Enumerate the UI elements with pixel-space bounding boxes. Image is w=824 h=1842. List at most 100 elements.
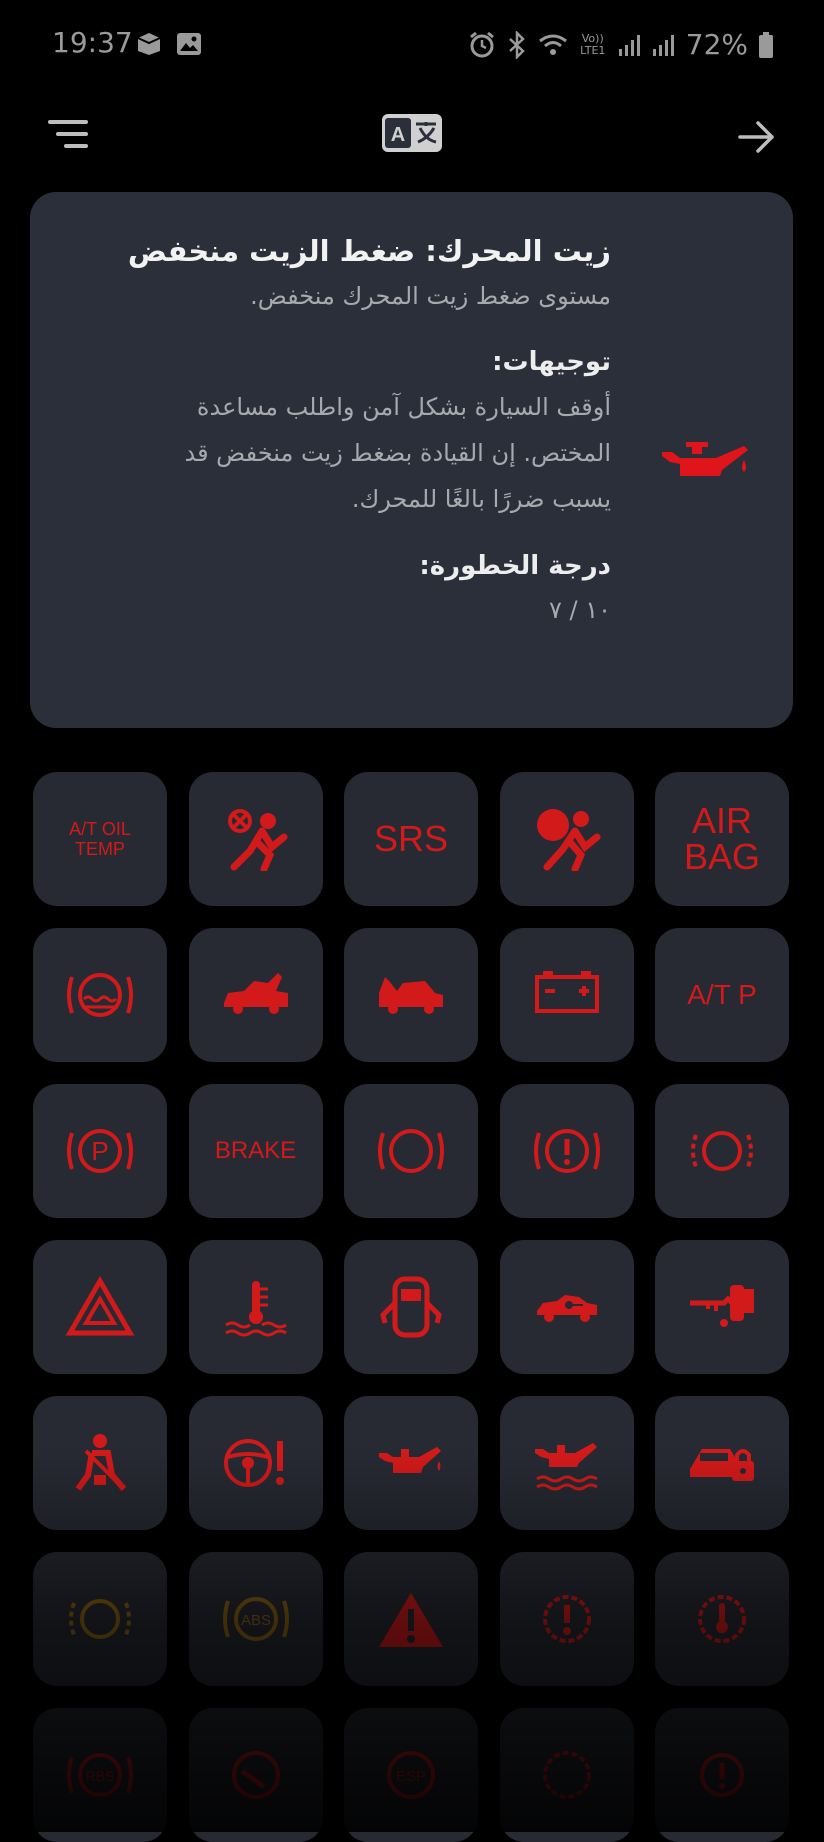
- warning-tile-brake-pad[interactable]: [655, 1084, 789, 1218]
- at-p-label: A/T P: [687, 979, 757, 1010]
- car-lock-icon: [690, 1449, 754, 1481]
- coolant-temp-icon: [224, 1281, 287, 1337]
- warning-tile-brake-warning-2[interactable]: [655, 1708, 789, 1842]
- severity-value: ١٠ / ٧: [548, 596, 611, 624]
- at-oil-temp-label: A/T OIL TEMP: [69, 819, 131, 859]
- warning-detail-card: زيت المحرك: ضغط الزيت منخفض مستوى ضغط زي…: [30, 192, 793, 728]
- menu-line: [56, 132, 88, 136]
- warning-tile-oil-level[interactable]: [499, 1396, 634, 1530]
- oil-can-icon: [379, 1447, 441, 1473]
- warning-tile-seatbelt[interactable]: [33, 1396, 167, 1530]
- status-time: 19:37: [52, 26, 133, 59]
- warning-tile-parking-brake[interactable]: P: [33, 1084, 167, 1218]
- warning-tile-trunk-open[interactable]: [188, 928, 323, 1062]
- warning-tile-esp[interactable]: ESP: [344, 1708, 478, 1842]
- seatbelt-icon: [75, 1434, 127, 1491]
- esp-label: ESP: [396, 1768, 426, 1785]
- airbag-icon: [536, 809, 600, 871]
- warning-tile-tpms-warning[interactable]: [499, 1552, 634, 1686]
- oil-can-icon: [662, 442, 748, 476]
- transmission-temp-icon: [698, 1595, 746, 1643]
- warning-tile-steering-lock[interactable]: [188, 1708, 323, 1842]
- abs-label: ABS: [240, 1612, 270, 1629]
- menu-button[interactable]: [48, 118, 88, 154]
- warning-tile-oil-pressure[interactable]: [344, 1396, 478, 1530]
- tpms-warning-icon: [542, 1595, 591, 1643]
- battery-icon: [534, 971, 599, 1013]
- warning-tile-battery[interactable]: [499, 928, 634, 1062]
- warning-tile-brake-warning[interactable]: [499, 1084, 634, 1218]
- signal-2-icon: [652, 34, 674, 56]
- signal-icon: [618, 34, 640, 56]
- wifi-icon: [538, 34, 567, 55]
- warning-tile-warning-triangle[interactable]: [344, 1552, 478, 1686]
- translate-button[interactable]: A: [382, 114, 442, 152]
- status-bar: 19:37 Vo)) LTE1 72%: [0, 0, 824, 90]
- image-icon: [177, 33, 201, 55]
- warning-tile-hood-open[interactable]: [344, 928, 478, 1062]
- trunk-open-icon: [223, 973, 288, 1014]
- warning-tile-at-oil-temp[interactable]: A/T OIL TEMP: [33, 772, 167, 906]
- steering-lock-icon: [231, 1751, 280, 1799]
- warning-tile-gear-warning[interactable]: [499, 1708, 634, 1842]
- air-bag-label: AIR BAG: [683, 800, 761, 877]
- warning-tile-abs[interactable]: ABS: [188, 1552, 323, 1686]
- parking-brake-icon: P: [67, 1129, 133, 1173]
- brake-pad-wear-icon: [691, 1131, 753, 1171]
- app-bar: A: [0, 90, 824, 180]
- brake-warning-icon: [533, 1129, 600, 1173]
- menu-line: [48, 120, 88, 124]
- battery-percent: 72%: [685, 28, 748, 61]
- warning-title: زيت المحرك: ضغط الزيت منخفض: [127, 234, 611, 268]
- network-label: Vo)) LTE1: [580, 31, 606, 57]
- hood-open-icon: [379, 977, 443, 1014]
- warning-tile-brake-fluid[interactable]: [33, 928, 167, 1062]
- warning-tile-rbs[interactable]: RBS: [33, 1708, 167, 1842]
- brake-label: BRAKE: [214, 1137, 297, 1164]
- arrow-right-icon: [738, 121, 774, 153]
- menu-line: [64, 144, 88, 148]
- box-icon: [137, 33, 161, 55]
- warning-tile-door-open[interactable]: [344, 1240, 478, 1374]
- warning-tile-car-lock[interactable]: [655, 1396, 789, 1530]
- door-open-icon: [380, 1276, 442, 1338]
- car-key-icon: [536, 1295, 597, 1322]
- brake-pad-amber-icon: [69, 1599, 131, 1639]
- abs-icon: ABS: [222, 1597, 289, 1641]
- svg-text:P: P: [91, 1136, 108, 1166]
- warning-tile-at-p[interactable]: A/T P: [655, 928, 789, 1062]
- warning-tile-brake[interactable]: BRAKE: [188, 1084, 323, 1218]
- oil-level-icon: [534, 1443, 598, 1491]
- warning-tile-coolant-temp[interactable]: [188, 1240, 323, 1374]
- gear-warning-icon: [542, 1751, 591, 1799]
- battery-icon: [759, 31, 773, 58]
- guidance-heading: توجيهات:: [492, 347, 611, 377]
- esp-icon: ESP: [387, 1751, 435, 1799]
- warning-tile-airbag[interactable]: [499, 772, 634, 906]
- warning-description: مستوى ضغط زيت المحرك منخفض.: [250, 282, 611, 310]
- translate-icon: A: [385, 118, 437, 148]
- warning-tile-brake-circle[interactable]: [344, 1084, 478, 1218]
- bluetooth-icon: [508, 30, 525, 59]
- forward-arrow-button[interactable]: [734, 114, 780, 160]
- warning-tile-air-bag[interactable]: AIR BAG: [655, 772, 789, 906]
- immobilizer-key-icon: [690, 1285, 754, 1327]
- warning-tile-airbag-off[interactable]: [188, 772, 323, 906]
- brake-circle-icon: [378, 1129, 444, 1173]
- warning-tile-srs[interactable]: SRS: [344, 772, 478, 906]
- rbs-label: RBS: [86, 1768, 115, 1784]
- rbs-icon: RBS: [67, 1753, 133, 1797]
- warning-tile-brake-pad-amber[interactable]: [33, 1552, 167, 1686]
- warning-tile-transmission-temp[interactable]: [655, 1552, 789, 1686]
- airbag-off-icon: [227, 809, 287, 871]
- warning-triangle-icon: [379, 1593, 443, 1647]
- severity-heading: درجة الخطورة:: [419, 551, 611, 581]
- warning-tile-steering[interactable]: [188, 1396, 323, 1530]
- warning-tile-immobilizer[interactable]: [655, 1240, 789, 1374]
- srs-label: SRS: [373, 818, 449, 859]
- brake-warning-2-icon: [700, 1753, 744, 1797]
- guidance-line: أوقف السيارة بشكل آمن واطلب مساعدة: [196, 393, 611, 421]
- guidance-line: المختص. إن القيادة بضغط زيت منخفض قد: [184, 439, 611, 467]
- warning-tile-car-key[interactable]: [499, 1240, 634, 1374]
- warning-tile-hazard[interactable]: [33, 1240, 167, 1374]
